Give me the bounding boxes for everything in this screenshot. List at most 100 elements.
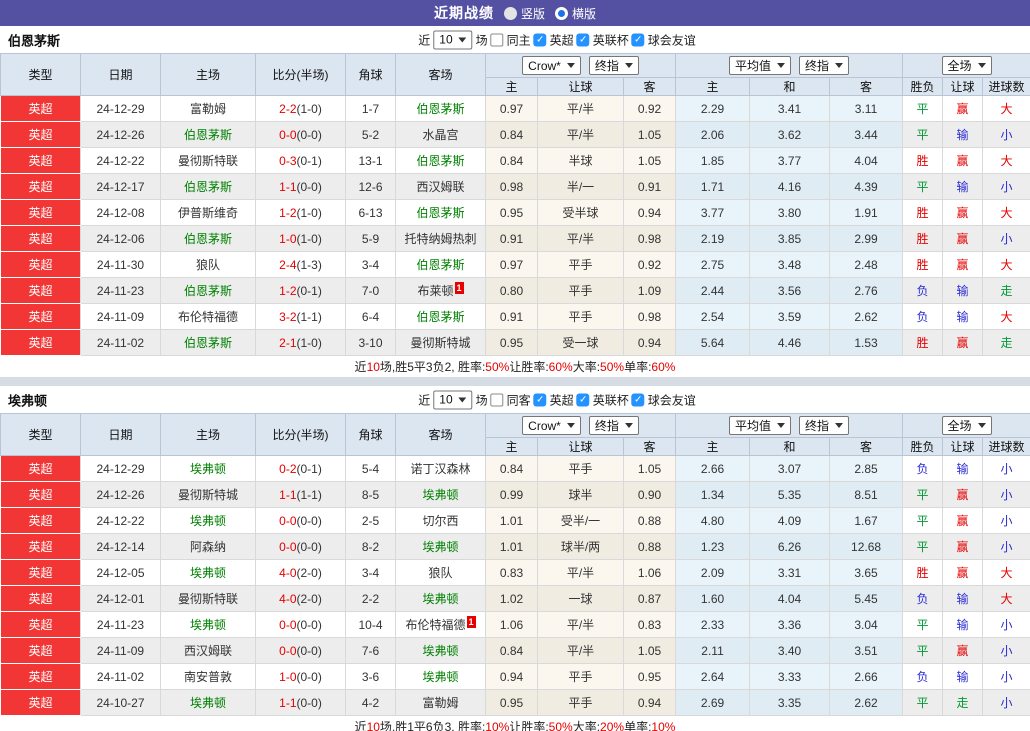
league-checkbox-efl-cup[interactable]: ✓: [576, 393, 590, 406]
same-home-checkbox[interactable]: [490, 33, 504, 46]
match-row: 英超 24-12-17 伯恩茅斯 1-1(0-0) 12-6 西汉姆联 0.98 半/一 0.9…: [0, 173, 1030, 200]
avg-odds-0: 2.64: [675, 663, 751, 690]
chevron-down-icon: [624, 423, 633, 428]
home-team-name: 阿森纳: [189, 540, 226, 554]
league-checkbox-efl-cup[interactable]: ✓: [576, 33, 590, 46]
match-row: 英超 24-12-26 曼彻斯特城 1-1(1-1) 8-5 埃弗顿 0.99 球半 0.90 1…: [0, 481, 1030, 508]
away-team-name: 狼队: [428, 566, 453, 580]
score-cell: 3-2(1-1): [255, 303, 346, 330]
league-badge: 英超: [0, 329, 81, 356]
away-team-name: 埃弗顿: [422, 670, 459, 684]
summary-row-home: 近 10 场,胜5平3负2, 胜率: 50% 让胜率: 60% 大率: 50% 单率: 60…: [0, 356, 1030, 377]
vertical-radio-icon[interactable]: [503, 6, 517, 20]
result-0: 平: [902, 533, 944, 560]
average-select[interactable]: 平均值: [729, 56, 792, 75]
handicap-odds-2: 1.05: [622, 637, 677, 664]
matches-tbody-home: 英超 24-12-29 富勒姆 2-2(1-0) 1-7 伯恩茅斯 0.97 平/半 0.92 2…: [0, 95, 1030, 356]
bookmaker-select[interactable]: Crow*: [522, 416, 581, 435]
result-0: 平: [902, 689, 944, 716]
final-odds-select[interactable]: 终指: [588, 416, 639, 435]
home-team-cell: 伊普斯维奇: [160, 199, 256, 226]
match-row: 英超 24-12-22 曼彻斯特联 0-3(0-1) 13-1 伯恩茅斯 0.84 半球 1.0…: [0, 147, 1030, 174]
home-team-name: 曼彻斯特联: [177, 154, 238, 168]
avg-odds-0: 2.19: [675, 225, 751, 252]
handicap-odds-1: 平手: [537, 689, 624, 716]
handicap-odds-2: 0.88: [622, 533, 677, 560]
corner-cell: 3-4: [345, 251, 396, 278]
title-bar: 近期战绩 竖版 横版: [0, 0, 1030, 26]
avg-odds-0: 2.06: [675, 121, 751, 148]
league-badge: 英超: [0, 507, 81, 534]
league-badge: 英超: [0, 277, 81, 304]
avg-odds-1: 4.46: [749, 329, 831, 356]
away-team-cell: 埃弗顿: [395, 663, 486, 690]
result-2: 小: [982, 121, 1030, 148]
avg-odds-0: 2.29: [675, 95, 751, 122]
home-team-name: 伊普斯维奇: [177, 206, 238, 220]
home-team-name: 曼彻斯特城: [177, 488, 238, 502]
corner-cell: 2-5: [345, 507, 396, 534]
league-label-friendly: 球会友谊: [647, 33, 696, 47]
result-0: 平: [902, 95, 944, 122]
final-odds-select-2[interactable]: 终指: [799, 56, 850, 75]
league-checkbox-epl[interactable]: ✓: [533, 393, 547, 406]
match-count-select[interactable]: 10: [433, 30, 473, 49]
avg-odds-1: 4.04: [749, 585, 831, 612]
avg-odds-0: 2.66: [675, 455, 751, 482]
col-type: 类型: [0, 413, 81, 456]
away-team-cell: 伯恩茅斯: [395, 95, 486, 122]
league-label-friendly: 球会友谊: [647, 393, 696, 407]
handicap-select-group: Crow* 终指: [484, 413, 677, 438]
match-count-select[interactable]: 10: [433, 390, 473, 409]
score-cell: 1-2(1-0): [255, 199, 346, 226]
league-checkbox-friendly[interactable]: ✓: [631, 33, 645, 46]
avg-odds-0: 2.75: [675, 251, 751, 278]
games-label: 场: [475, 393, 488, 407]
away-team-name: 伯恩茅斯: [416, 258, 465, 272]
sub-handicap-result: 让球: [942, 437, 984, 456]
match-date: 24-12-01: [80, 585, 161, 612]
handicap-odds-1: 平/半: [537, 559, 624, 586]
vertical-layout-option[interactable]: 竖版: [503, 5, 545, 22]
result-1: 赢: [942, 95, 984, 122]
horizontal-radio-icon[interactable]: [555, 6, 568, 20]
handicap-odds-2: 0.98: [622, 225, 677, 252]
average-select[interactable]: 平均值: [729, 416, 792, 435]
match-date: 24-12-26: [80, 121, 161, 148]
match-date: 24-11-23: [80, 611, 161, 638]
corner-cell: 3-6: [345, 663, 396, 690]
handicap-odds-0: 0.91: [485, 303, 538, 330]
bookmaker-select[interactable]: Crow*: [522, 56, 581, 75]
result-2: 小: [982, 455, 1030, 482]
horizontal-layout-option[interactable]: 横版: [555, 5, 596, 22]
handicap-odds-2: 0.95: [622, 663, 677, 690]
handicap-odds-0: 1.02: [485, 585, 538, 612]
red-card-badge: 1: [466, 616, 476, 628]
avg-odds-0: 3.77: [675, 199, 751, 226]
league-checkbox-friendly[interactable]: ✓: [631, 393, 645, 406]
home-team-cell: 埃弗顿: [160, 559, 256, 586]
result-2: 走: [982, 277, 1030, 304]
same-home-label: 同主: [506, 33, 531, 47]
league-badge: 英超: [0, 559, 81, 586]
handicap-odds-0: 0.95: [485, 329, 538, 356]
league-label-efl-cup: 英联杯: [592, 393, 629, 407]
handicap-odds-1: 平/半: [537, 225, 624, 252]
away-team-cell: 狼队: [395, 559, 486, 586]
handicap-odds-0: 0.99: [485, 481, 538, 508]
match-row: 英超 24-12-29 富勒姆 2-2(1-0) 1-7 伯恩茅斯 0.97 平/半 0.92 2…: [0, 95, 1030, 122]
col-corner: 角球: [345, 53, 396, 96]
handicap-odds-0: 0.95: [485, 689, 538, 716]
match-row: 英超 24-12-05 埃弗顿 4-0(2-0) 3-4 狼队 0.83 平/半 1.06 2.0…: [0, 559, 1030, 586]
result-0: 胜: [902, 147, 944, 174]
league-checkbox-epl[interactable]: ✓: [533, 33, 547, 46]
scope-select[interactable]: 全场: [941, 416, 992, 435]
result-2: 大: [982, 559, 1030, 586]
same-away-checkbox[interactable]: [490, 393, 504, 406]
scope-select[interactable]: 全场: [941, 56, 992, 75]
away-team-cell: 水晶宫: [395, 121, 486, 148]
avg-odds-0: 2.09: [675, 559, 751, 586]
final-odds-select[interactable]: 终指: [588, 56, 639, 75]
result-0: 负: [902, 455, 944, 482]
final-odds-select-2[interactable]: 终指: [799, 416, 850, 435]
